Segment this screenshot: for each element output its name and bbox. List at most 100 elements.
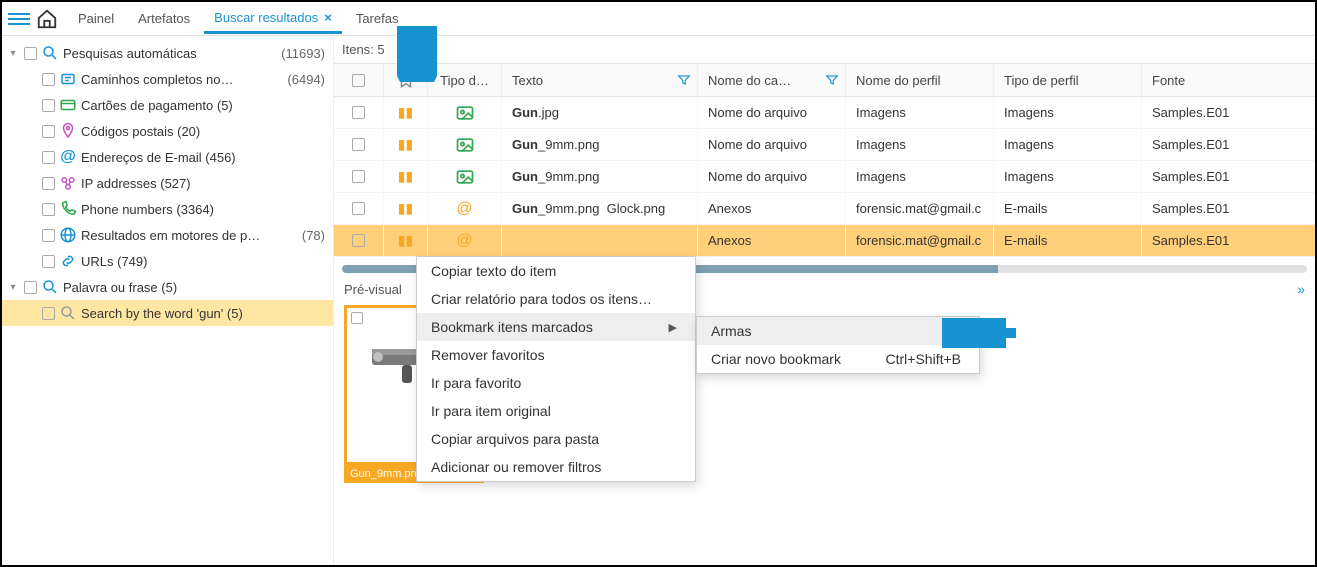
menu-goto-fav[interactable]: Ir para favorito [417,369,695,397]
sidebar-item-search-gun[interactable]: Search by the word 'gun' (5) [2,300,333,326]
checkbox[interactable] [42,307,55,320]
cell-campo: Nome do arquivo [698,161,846,192]
cell-fonte: Samples.E01 [1142,193,1292,224]
col-texto[interactable]: Texto [502,64,698,96]
checkbox[interactable] [42,229,55,242]
checkbox[interactable] [42,125,55,138]
col-tipo[interactable]: Tipo d… [428,64,502,96]
tab-tarefas[interactable]: Tarefas [346,5,409,32]
home-icon[interactable] [36,8,58,30]
checkbox[interactable] [352,106,365,119]
tab-buscar-resultados[interactable]: Buscar resultados × [204,4,342,34]
submenu-new-bookmark[interactable]: Criar novo bookmarkCtrl+Shift+B [697,345,979,373]
table-row[interactable]: ▮▮@Gun_9mm.png Glock.pngAnexosforensic.m… [334,193,1315,225]
sidebar-item[interactable]: Códigos postais (20) [2,118,333,144]
tree-group-phrase[interactable]: ▾ Palavra ou frase (5) [2,274,333,300]
filter-icon[interactable] [825,73,839,87]
checkbox[interactable] [351,312,363,324]
checkbox[interactable] [352,138,365,151]
search-icon [41,44,59,62]
sidebar-item[interactable]: Cartões de pagamento (5) [2,92,333,118]
preview-label: Pré-visual [344,282,402,297]
tree-label: Search by the word 'gun' (5) [81,306,333,321]
col-nome-campo[interactable]: Nome do ca… [698,64,846,96]
image-icon [455,167,475,187]
checkbox[interactable] [42,99,55,112]
cell-fonte: Samples.E01 [1142,161,1292,192]
checkbox[interactable] [42,203,55,216]
col-tipo-perfil[interactable]: Tipo de perfil [994,64,1142,96]
checkbox[interactable] [24,281,37,294]
sidebar-item[interactable]: IP addresses (527) [2,170,333,196]
menu-remove-fav[interactable]: Remover favoritos [417,341,695,369]
tab-painel[interactable]: Painel [68,5,124,32]
col-label: Nome do ca… [708,73,791,88]
sidebar-item[interactable]: Phone numbers (3364) [2,196,333,222]
sidebar-item[interactable]: Resultados em motores de p… (78) [2,222,333,248]
table-row[interactable]: ▮▮Gun_9mm.pngNome do arquivoImagensImage… [334,129,1315,161]
items-count: Itens: 5 [334,36,1315,63]
col-check[interactable] [334,64,384,96]
bookmark-icon[interactable]: ▮▮ [398,200,413,217]
context-menu: Copiar texto do item Criar relatório par… [416,256,696,482]
bookmark-icon[interactable]: ▮▮ [398,104,413,121]
link-icon [59,252,77,270]
tab-artefatos[interactable]: Artefatos [128,5,200,32]
search-icon [41,278,59,296]
cell-fonte: Samples.E01 [1142,97,1292,128]
menu-goto-original[interactable]: Ir para item original [417,397,695,425]
col-label: Texto [512,73,543,88]
image-icon [455,103,475,123]
phone-icon [59,200,77,218]
menu-copy-text[interactable]: Copiar texto do item [417,257,695,285]
sidebar-item[interactable]: @Endereços de E-mail (456) [2,144,333,170]
globe-icon [59,226,77,244]
checkbox[interactable] [352,74,365,87]
chevron-down-icon[interactable]: ▾ [6,282,20,293]
checkbox[interactable] [42,73,55,86]
chevron-right-icon: ▶ [669,321,677,334]
expand-icon[interactable]: » [1297,281,1305,297]
tree-group-auto[interactable]: ▾ Pesquisas automáticas (11693) [2,40,333,66]
tree-label: Pesquisas automáticas [63,46,277,61]
sidebar-item[interactable]: Caminhos completos no…(6494) [2,66,333,92]
checkbox[interactable] [352,170,365,183]
cell-texto: Gun_9mm.png [502,161,698,192]
bookmark-icon[interactable]: ▮▮ [398,136,413,153]
sidebar-item[interactable]: URLs (749) [2,248,333,274]
checkbox[interactable] [42,255,55,268]
bookmark-icon[interactable]: ▮▮ [398,232,413,249]
checkbox[interactable] [24,47,37,60]
bookmark-icon[interactable]: ▮▮ [398,168,413,185]
menu-add-remove-filters[interactable]: Adicionar ou remover filtros [417,453,695,481]
menu-copy-files[interactable]: Copiar arquivos para pasta [417,425,695,453]
close-icon[interactable]: × [324,10,332,25]
tree-label: Códigos postais (20) [81,124,321,139]
pin-icon [59,122,77,140]
at-icon: @ [456,232,472,250]
col-nome-perfil[interactable]: Nome do perfil [846,64,994,96]
checkbox[interactable] [42,151,55,164]
chevron-down-icon[interactable]: ▾ [6,48,20,59]
content-pane: Itens: 5 Tipo d… Texto Nome do ca… Nome … [334,36,1315,565]
cell-texto: Gun_9mm.png [502,129,698,160]
tree-label: Cartões de pagamento (5) [81,98,321,113]
checkbox[interactable] [352,202,365,215]
cell-fonte: Samples.E01 [1142,225,1292,256]
menu-create-report[interactable]: Criar relatório para todos os itens… [417,285,695,313]
menu-bookmark-marked[interactable]: Bookmark itens marcados▶ [417,313,695,341]
tree-count: (78) [302,228,333,243]
hamburger-icon[interactable] [8,8,30,30]
checkbox[interactable] [42,177,55,190]
col-fonte[interactable]: Fonte [1142,64,1292,96]
card-icon [59,96,77,114]
table-row[interactable]: ▮▮Gun.jpgNome do arquivoImagensImagensSa… [334,97,1315,129]
col-bookmark[interactable] [384,64,428,96]
table-row[interactable]: ▮▮Gun_9mm.pngNome do arquivoImagensImage… [334,161,1315,193]
tree-label: Resultados em motores de p… [81,228,298,243]
checkbox[interactable] [352,234,365,247]
filter-icon[interactable] [677,73,691,87]
cell-campo: Nome do arquivo [698,129,846,160]
table-row[interactable]: ▮▮@Anexosforensic.mat@gmail.cE-mailsSamp… [334,225,1315,257]
submenu-armas[interactable]: Armas [697,317,979,345]
